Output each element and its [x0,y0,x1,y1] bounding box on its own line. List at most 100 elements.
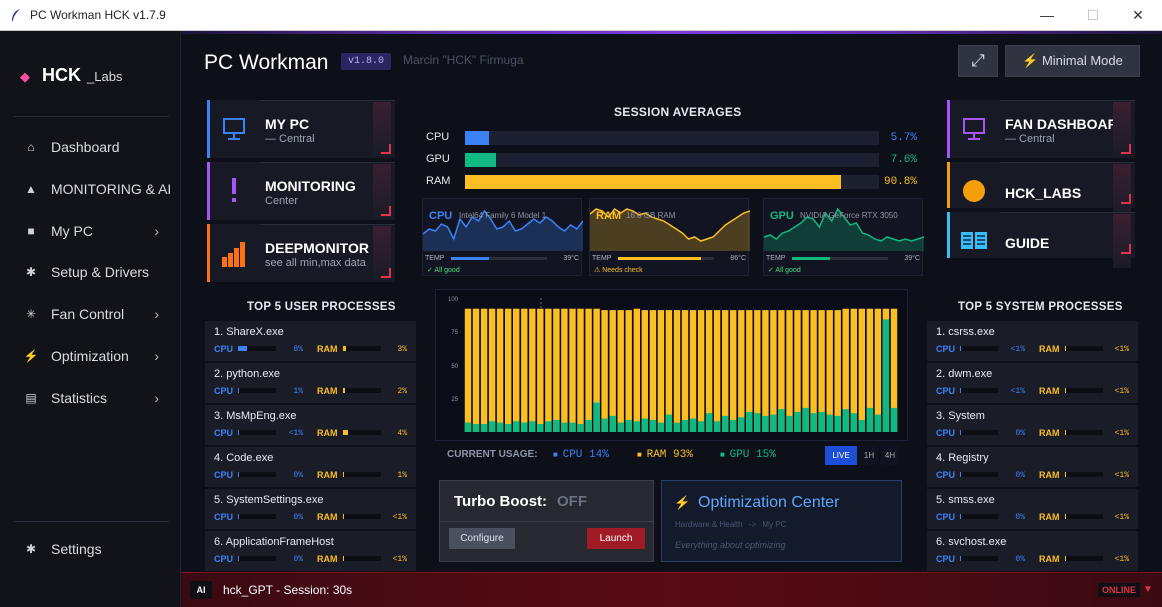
mini-status: ✓ All good [427,267,460,274]
sidebar-item-3[interactable]: ✱ Setup & Drivers [0,257,181,287]
optimization-center-card[interactable]: ⚡ Optimization Center Hardware & Health … [661,480,902,562]
process-cpu-fill [238,514,239,519]
ram-bar [609,310,616,432]
process-row[interactable]: 6. svchost.exe CPU 0% RAM <1% [927,531,1138,571]
gpu-bar [665,414,673,432]
close-button[interactable]: ✕ [1115,2,1161,28]
card-title: MY PC [265,116,310,132]
sidebar-item-4[interactable]: ✳ Fan Control › [0,299,181,329]
sidebar-item-0[interactable]: ⌂ Dashboard [0,132,181,162]
sidebar-item-settings[interactable]: ✱ Settings [0,534,181,564]
fan-icon: ✳ [25,307,37,321]
process-cpu-bar [960,556,998,561]
sidebar-item-2[interactable]: ■ My PC › [0,216,181,246]
sidebar-item-1[interactable]: ▲ MONITORING & AI [0,174,181,204]
gpu-bar [705,413,713,432]
card-deepmonitor[interactable]: DEEPMONITOR see all min,max data [207,224,395,282]
logo-main: HCK [42,65,81,85]
ram-bar [633,308,640,432]
process-row[interactable]: 4. Registry CPU 0% RAM <1% [927,447,1138,487]
ram-bar [464,308,472,432]
gpu-bar [810,413,817,432]
gpu-bar [778,409,785,432]
window-title: PC Workman HCK v1.7.9 [30,8,166,22]
mini-model: Intel64 Family 6 Model 1 [459,211,547,220]
process-row[interactable]: 6. ApplicationFrameHost CPU 0% RAM <1% [205,531,416,571]
process-cpu-value: <1% [288,429,303,438]
gpu-bar [617,422,624,432]
gpu-bar [746,411,753,432]
range-4h-button[interactable]: 4H [881,446,899,465]
sidebar-item-5[interactable]: ⚡ Optimization › [0,341,181,371]
card-my-pc[interactable]: MY PC — Central [207,100,395,158]
mini-status: ⚠ Needs check [594,267,643,274]
card-corner [381,206,391,216]
gpu-bar [762,415,769,432]
gpu-bar [722,415,729,432]
process-cpu-bar [960,472,998,477]
process-ram-label: RAM [317,554,338,564]
ram-bar [826,310,833,432]
window-titlebar: PC Workman HCK v1.7.9 — ☐ ✕ [0,0,1162,31]
chevron-down-icon[interactable]: ▼ [1143,584,1153,595]
process-ram-value: <1% [1114,387,1129,396]
process-row[interactable]: 3. System CPU 0% RAM <1% [927,405,1138,445]
process-row[interactable]: 4. Code.exe CPU 0% RAM 1% [205,447,416,487]
card-fan-dashboard[interactable]: FAN DASHBOARD — Central [947,100,1135,158]
minimal-mode-button[interactable]: ⚡ Minimal Mode [1005,45,1140,77]
card-hck-labs[interactable]: HCK_LABS [947,162,1135,218]
card-guide[interactable]: GUIDE [947,212,1135,268]
session-value: 90.8% [883,176,917,188]
gpu-bar [818,411,825,432]
process-row[interactable]: 5. SystemSettings.exe CPU 0% RAM <1% [205,489,416,529]
process-cpu-bar [960,430,998,435]
ram-bar [641,310,648,432]
range-1h-button[interactable]: 1H [861,446,877,465]
minimize-button[interactable]: — [1024,2,1070,28]
ram-bar [713,310,721,432]
launch-button[interactable]: Launch [587,528,645,549]
ram-bar [577,308,584,432]
process-name: 2. python.exe [214,368,281,380]
card-monitoring[interactable]: MONITORING Center [207,162,395,220]
gpu-bar [826,414,833,432]
maximize-button[interactable]: ☐ [1070,2,1116,28]
sidebar-item-6[interactable]: ▤ Statistics › [0,383,181,413]
process-ram-value: <1% [1114,555,1129,564]
gear-icon: ✱ [25,265,37,279]
process-row[interactable]: 5. smss.exe CPU 0% RAM <1% [927,489,1138,529]
process-cpu-fill [960,556,961,561]
session-label: CPU [426,131,450,143]
assistant-bar[interactable]: AI hck_GPT - Session: 30s ONLINE ▼ [181,572,1162,607]
ram-bar [697,310,705,432]
divider [14,116,169,117]
process-cpu-fill [238,472,239,477]
range-live-button[interactable]: LIVE [825,446,857,465]
process-ram-fill [343,556,344,561]
process-row[interactable]: 2. python.exe CPU 1% RAM 2% [205,363,416,403]
expand-button[interactable]: ⤢ [958,45,998,77]
process-row[interactable]: 3. MsMpEng.exe CPU <1% RAM 4% [205,405,416,445]
process-name: 5. SystemSettings.exe [214,494,324,506]
card-corner [381,268,391,278]
process-row[interactable]: 1. ShareX.exe CPU 8% RAM 3% [205,321,416,361]
gpu-bar [561,422,568,432]
y-tick-label: 75 [451,330,458,336]
gpu-bar [874,414,882,432]
ram-bar [488,308,496,432]
ram-bar [786,310,793,432]
process-row[interactable]: 2. dwm.exe CPU <1% RAM <1% [927,363,1138,403]
process-row[interactable]: 1. csrss.exe CPU <1% RAM <1% [927,321,1138,361]
crumb-sep: -> [748,520,757,529]
exclamation-icon [232,178,236,202]
process-ram-value: 1% [397,471,407,480]
mini-graph-gpu: GPU NVIDIA GeForce RTX 3050 TEMP 39°C ✓ All … [763,198,924,276]
process-ram-bar [1065,430,1103,435]
process-ram-fill [1065,346,1066,351]
mini-model: NVIDIA GeForce RTX 3050 [800,211,898,220]
gpu-bar [537,424,544,432]
ram-bar [665,310,673,432]
gpu-bar [802,407,809,432]
process-ram-bar [1065,514,1103,519]
configure-button[interactable]: Configure [449,528,515,549]
